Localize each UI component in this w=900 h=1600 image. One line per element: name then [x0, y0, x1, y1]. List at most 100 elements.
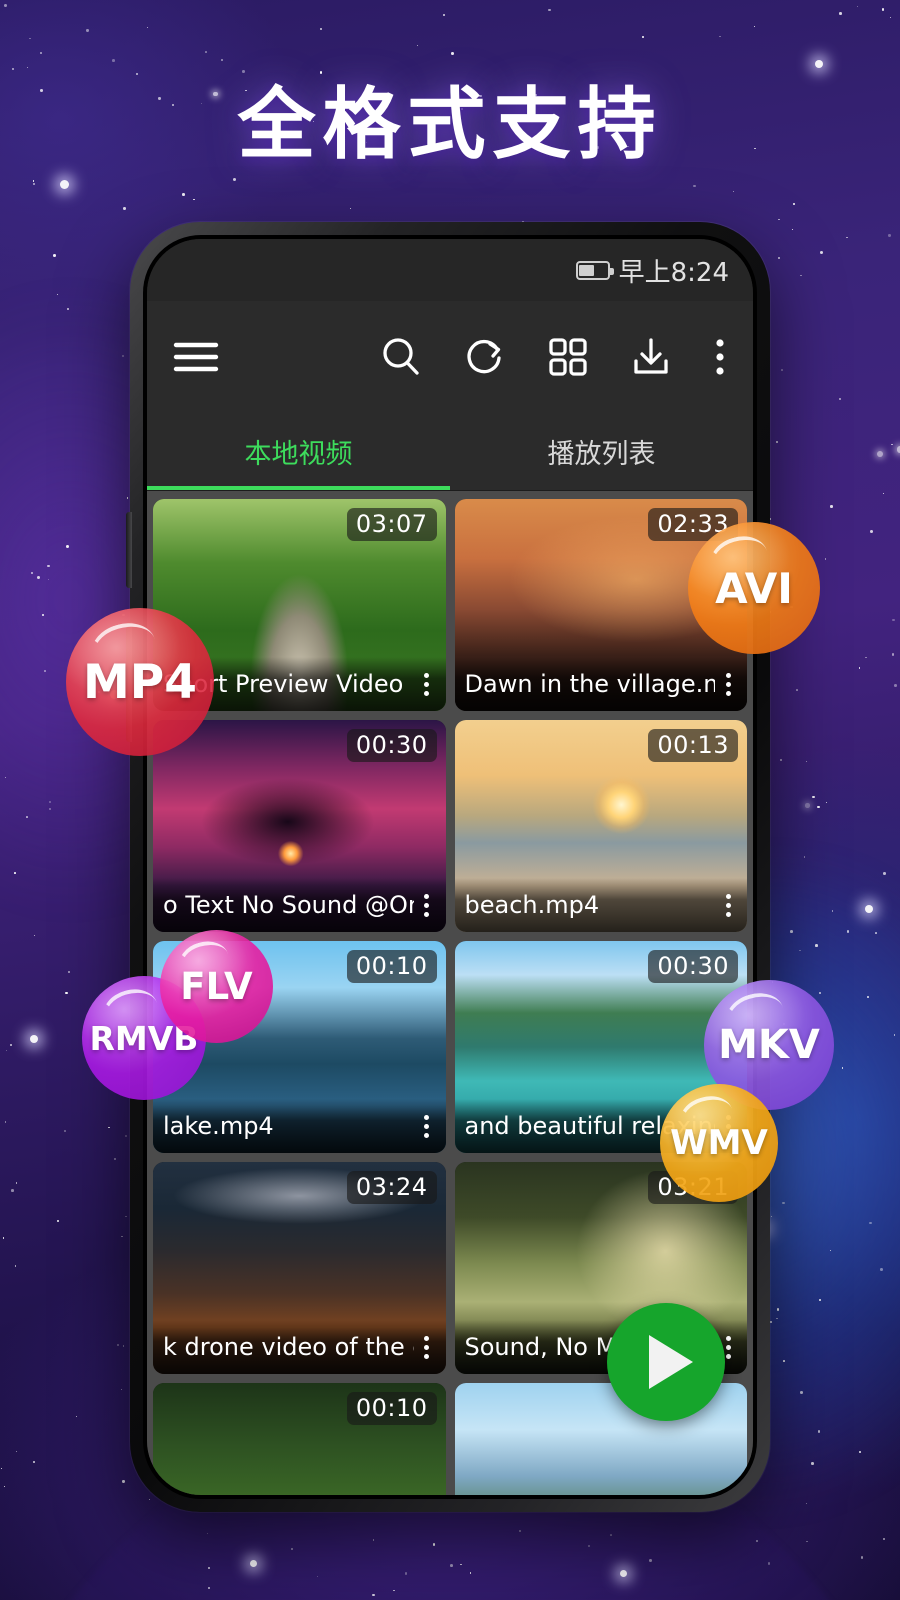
star: [719, 35, 721, 37]
star: [796, 689, 799, 692]
star: [888, 234, 891, 237]
format-bubble-label: MKV: [718, 1022, 820, 1068]
video-card[interactable]: 00:10: [153, 1383, 446, 1495]
star: [865, 656, 867, 658]
star: [805, 761, 808, 763]
video-card[interactable]: 00:13 beach.mp4: [454, 720, 747, 932]
star: [182, 193, 185, 196]
star: [839, 12, 842, 15]
phone-mockup: 早上8:24 本地视频 播放列表 03:07 Short Preview Vid…: [126, 222, 770, 1512]
star: [876, 450, 883, 458]
tab-playlist[interactable]: 播放列表: [450, 413, 753, 490]
video-overflow-menu-icon[interactable]: [414, 1335, 440, 1359]
refresh-icon[interactable]: [463, 335, 507, 379]
video-card-footer: k drone video of the cra: [153, 1320, 446, 1374]
star: [122, 1480, 125, 1483]
battery-icon: [575, 260, 614, 280]
star: [891, 444, 893, 446]
star: [15, 1182, 18, 1184]
star: [33, 1461, 36, 1464]
star: [432, 1542, 436, 1546]
video-title: o Text No Sound @On: [163, 891, 414, 919]
star: [609, 1534, 612, 1536]
star: [858, 667, 861, 670]
star: [148, 1498, 150, 1500]
video-card[interactable]: 03:24 k drone video of the cra: [153, 1162, 446, 1374]
star: [113, 1157, 116, 1160]
video-duration-badge: 03:07: [346, 508, 437, 541]
video-card-footer: o Text No Sound @On: [153, 878, 446, 932]
star: [799, 949, 801, 952]
hamburger-menu-icon[interactable]: [173, 340, 219, 374]
star: [65, 545, 69, 549]
star: [894, 684, 898, 687]
star: [33, 182, 36, 185]
star: [817, 805, 821, 809]
star: [56, 293, 59, 296]
download-icon[interactable]: [629, 335, 673, 379]
video-overflow-menu-icon[interactable]: [414, 672, 440, 696]
star: [870, 529, 874, 533]
star: [648, 1559, 652, 1562]
star: [881, 8, 885, 11]
star: [732, 190, 735, 193]
star: [882, 492, 885, 494]
star: [416, 45, 418, 47]
video-overflow-menu-icon[interactable]: [715, 893, 741, 917]
star: [779, 758, 783, 762]
star: [34, 935, 36, 937]
format-bubble-label: AVI: [715, 563, 793, 613]
play-icon: [649, 1335, 693, 1389]
video-duration-badge: 00:30: [648, 950, 738, 983]
star: [147, 26, 149, 28]
star: [108, 1126, 110, 1129]
star: [826, 801, 828, 803]
overflow-menu-icon[interactable]: [713, 337, 727, 377]
grid-view-icon[interactable]: [547, 336, 589, 378]
status-bar-clock: 早上8:24: [618, 257, 729, 288]
star: [3, 1237, 5, 1239]
star: [39, 52, 42, 55]
phone-volume-button: [126, 512, 132, 588]
video-duration-badge: 00:10: [346, 1392, 437, 1425]
star: [53, 254, 57, 257]
star: [800, 1390, 803, 1394]
star: [775, 440, 779, 444]
bright-star: [30, 1035, 38, 1043]
star: [205, 51, 208, 53]
bright-star: [865, 905, 873, 913]
star: [815, 943, 819, 947]
star: [806, 1502, 808, 1505]
star: [778, 218, 781, 221]
star: [47, 578, 49, 580]
video-card[interactable]: 00:30 o Text No Sound @On: [153, 720, 446, 932]
format-bubble-label: MP4: [83, 654, 197, 710]
star: [838, 397, 842, 401]
play-fab-button[interactable]: [607, 1303, 725, 1421]
video-title: k drone video of the cra: [163, 1333, 414, 1361]
star: [0, 1467, 2, 1469]
format-bubble-label: FLV: [180, 965, 253, 1008]
star: [11, 1189, 14, 1192]
phone-bezel: 早上8:24 本地视频 播放列表 03:07 Short Preview Vid…: [143, 235, 757, 1499]
star: [856, 5, 859, 7]
star: [803, 856, 806, 858]
tab-local-videos[interactable]: 本地视频: [147, 413, 450, 490]
video-overflow-menu-icon[interactable]: [414, 1114, 440, 1138]
video-overflow-menu-icon[interactable]: [715, 672, 741, 696]
star: [777, 256, 781, 260]
video-overflow-menu-icon[interactable]: [414, 893, 440, 917]
star: [450, 1563, 454, 1567]
star: [792, 202, 795, 206]
search-icon[interactable]: [379, 335, 423, 379]
star: [5, 1049, 7, 1051]
star: [3, 1486, 5, 1488]
star: [791, 229, 794, 231]
bright-star: [620, 1570, 627, 1577]
star: [469, 1571, 472, 1574]
star: [869, 1221, 872, 1225]
star: [121, 1235, 123, 1238]
star: [693, 184, 696, 188]
star: [817, 1429, 821, 1433]
star: [890, 16, 892, 18]
